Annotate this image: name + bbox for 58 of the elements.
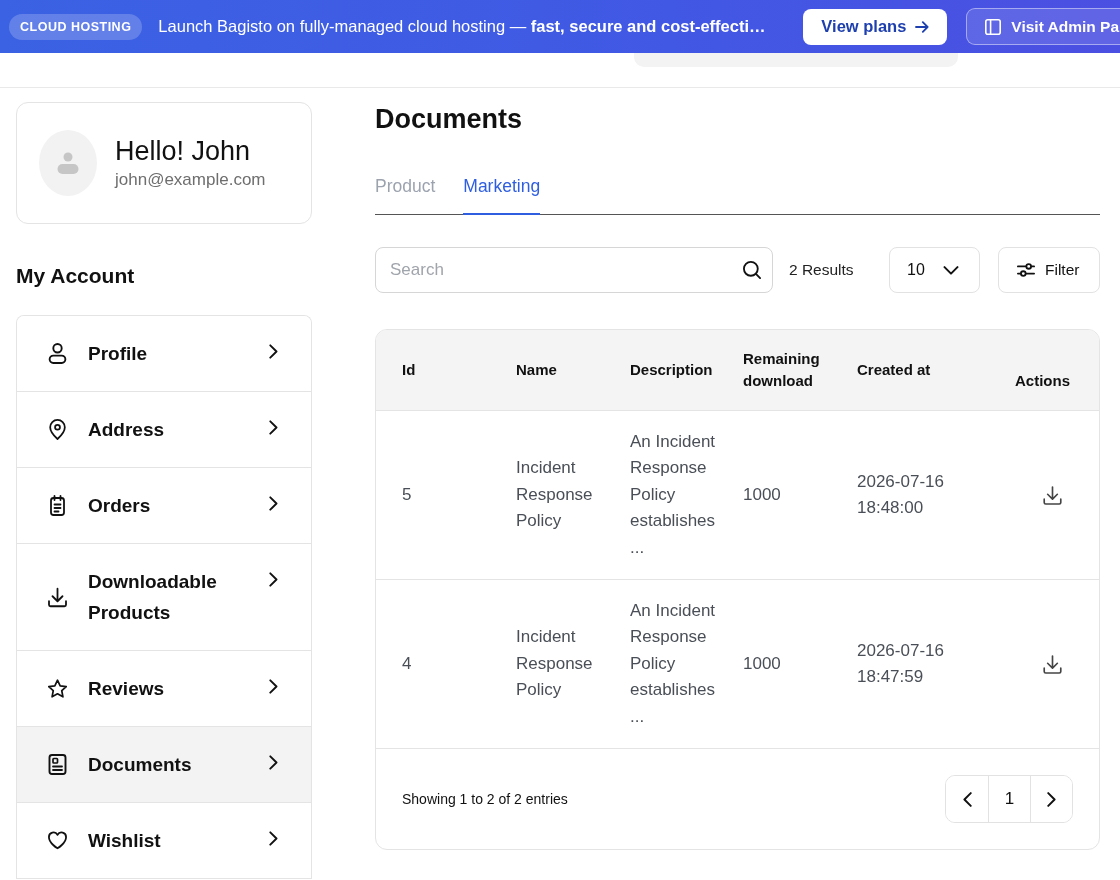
header-search-field[interactable] — [634, 53, 958, 67]
download-icon[interactable] — [1043, 654, 1062, 674]
results-count: 2 Results — [789, 261, 854, 279]
tab[interactable]: Marketing — [463, 174, 541, 215]
column-header: Name — [516, 360, 558, 380]
sidebar-item[interactable]: Profile — [17, 316, 311, 392]
table-cell-text: 4 — [401, 652, 413, 675]
chevron-right-icon — [268, 344, 278, 359]
avatar-icon — [39, 130, 97, 196]
column-header: Id — [401, 360, 417, 380]
heart-icon — [47, 830, 67, 851]
filter-icon — [1017, 263, 1035, 277]
email-text: john@example.com — [115, 169, 266, 191]
sidebar-item[interactable]: Documents — [17, 727, 311, 803]
chevron-right-icon — [268, 572, 278, 587]
page-title: Documents — [375, 103, 524, 136]
chevron-right-icon — [268, 831, 278, 846]
download-icon[interactable] — [1043, 485, 1062, 505]
per-page-select[interactable]: 10 — [889, 247, 980, 293]
chevron-right-icon — [268, 679, 278, 694]
next-page-button[interactable] — [1030, 776, 1072, 822]
chevron-right-icon — [268, 420, 278, 435]
star-icon — [47, 678, 67, 699]
column-header: Actions — [1015, 371, 1071, 391]
arrow-right-icon — [915, 20, 930, 33]
table-cell-text: Incident Response Policy — [516, 457, 594, 533]
admin-panel-button[interactable]: Visit Admin Pa — [966, 8, 1120, 45]
chevron-right-icon — [268, 496, 278, 511]
filter-button[interactable]: Filter — [998, 247, 1100, 293]
document-icon — [47, 754, 67, 775]
chevron-right-icon — [1047, 791, 1056, 807]
sidebar-title: My Account — [16, 263, 136, 289]
layout-icon — [985, 18, 1002, 35]
clipboard-icon — [47, 495, 67, 516]
promo-message: Launch Bagisto on fully-managed cloud hosting — fast, secure and cost-effecti… — [158, 17, 767, 36]
download-icon — [47, 586, 67, 608]
promo-tag: CLOUD HOSTING — [9, 13, 143, 40]
entries-summary: Showing 1 to 2 of 2 entries — [402, 791, 568, 807]
table-cell-text: 1000 — [743, 652, 782, 675]
table-cell-text: 2026-07-16 18:48:00 — [857, 470, 945, 519]
greeting: Hello! John — [115, 135, 252, 168]
search-icon — [743, 261, 761, 279]
column-header: Remaining download — [743, 349, 821, 391]
table-cell-text: An Incident Response Policy establishes ... — [630, 430, 717, 559]
chevron-down-icon — [943, 265, 959, 275]
table-cell-text: 2026-07-16 18:47:59 — [857, 639, 945, 688]
column-header: Created at — [857, 360, 932, 380]
table-cell-text: 1000 — [743, 483, 782, 506]
table-cell-text: 5 — [401, 483, 413, 506]
table-cell-text: Incident Response Policy — [516, 626, 594, 702]
search-field[interactable]: Search — [375, 247, 773, 293]
person-icon — [47, 343, 67, 364]
view-plans-button[interactable]: View plans — [803, 8, 948, 45]
column-header: Description — [630, 360, 714, 380]
map-pin-icon — [47, 419, 67, 440]
chevron-left-icon — [962, 791, 972, 807]
table-cell-text: An Incident Response Policy establishes ... — [630, 599, 717, 728]
chevron-right-icon — [268, 755, 278, 770]
